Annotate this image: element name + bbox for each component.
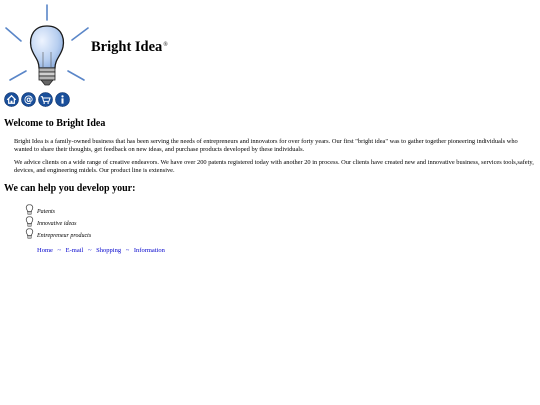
svg-text:@: @ xyxy=(24,95,33,106)
list-item: Patents xyxy=(25,203,91,215)
registered-mark: ® xyxy=(163,42,168,48)
nav-separator: ~ xyxy=(125,247,130,254)
icon-toolbar: @ xyxy=(4,92,70,107)
brand-title: Bright Idea® xyxy=(91,39,168,56)
services-paragraph: We advice clients on a wide range of cre… xyxy=(14,159,534,174)
shopping-cart-icon[interactable] xyxy=(38,92,53,107)
lightbulb-bullet-icon xyxy=(25,204,34,215)
nav-separator: ~ xyxy=(57,247,62,254)
list-item-label: Innovative ideas xyxy=(37,221,77,227)
lightbulb-logo xyxy=(5,4,89,86)
info-icon[interactable] xyxy=(55,92,70,107)
nav-link-shopping[interactable]: Shopping xyxy=(96,247,121,254)
brand-name: Bright Idea xyxy=(91,39,163,55)
footer-nav: Home ~ E-mail ~ Shopping ~ Information xyxy=(37,247,165,254)
welcome-heading: Welcome to Bright Idea xyxy=(4,118,106,129)
list-item: Innovative ideas xyxy=(25,215,91,227)
list-item: Entrepreneur products xyxy=(25,227,91,239)
intro-paragraph: Bright Idea is a family-owned business t… xyxy=(14,138,518,153)
nav-link-email[interactable]: E-mail xyxy=(66,247,84,254)
home-icon[interactable] xyxy=(4,92,19,107)
nav-link-information[interactable]: Information xyxy=(134,247,165,254)
lightbulb-bullet-icon xyxy=(25,216,34,227)
email-at-icon[interactable]: @ xyxy=(21,92,36,107)
nav-link-home[interactable]: Home xyxy=(37,247,53,254)
list-item-label: Patents xyxy=(37,209,55,215)
services-list: Patents Innovative ideas Entrepreneur pr… xyxy=(25,203,91,239)
nav-separator: ~ xyxy=(88,247,92,254)
help-heading: We can help you develop your: xyxy=(4,183,136,194)
lightbulb-bullet-icon xyxy=(25,228,34,239)
list-item-label: Entrepreneur products xyxy=(37,233,92,239)
